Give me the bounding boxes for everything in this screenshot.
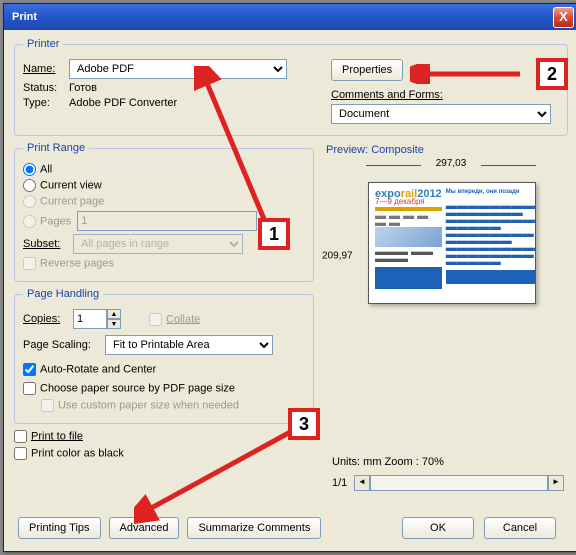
range-current-page: Current page — [23, 195, 104, 208]
auto-rotate-checkbox[interactable] — [23, 363, 36, 376]
preview-title: Preview: Composite — [326, 144, 564, 156]
collate: Collate — [149, 313, 200, 326]
range-current-page-radio — [23, 195, 36, 208]
type-label: Type: — [23, 97, 69, 109]
dim-width: 297,03 — [376, 158, 526, 169]
scroll-left-icon[interactable]: ◄ — [354, 475, 370, 491]
subset-label: Subset: — [23, 238, 73, 250]
status-value: Готов — [69, 82, 97, 94]
printer-name-select[interactable]: Adobe PDF — [69, 59, 287, 79]
print-dialog: Print X Printer Name: Adobe PDF Status: … — [3, 3, 576, 552]
choose-source-checkbox[interactable] — [23, 382, 36, 395]
range-all[interactable]: All — [23, 163, 52, 176]
reverse-checkbox — [23, 257, 36, 270]
range-pages-radio — [23, 215, 36, 228]
choose-source[interactable]: Choose paper source by PDF page size — [23, 382, 235, 395]
annotation-2: 2 — [536, 58, 568, 90]
annotation-1: 1 — [258, 218, 290, 250]
summarize-comments-button[interactable]: Summarize Comments — [187, 517, 321, 539]
range-legend: Print Range — [23, 142, 89, 154]
range-current-view-radio[interactable] — [23, 179, 36, 192]
subset-select: All pages in range — [73, 234, 243, 254]
comments-select[interactable]: Document — [331, 104, 551, 124]
scaling-select[interactable]: Fit to Printable Area — [105, 335, 273, 355]
range-current-view[interactable]: Current view — [23, 179, 102, 192]
print-range-group: Print Range All Current view Current pag… — [14, 142, 314, 282]
advanced-button[interactable]: Advanced — [109, 517, 180, 539]
scaling-label: Page Scaling: — [23, 339, 105, 351]
reverse-pages: Reverse pages — [23, 257, 114, 270]
printing-tips-button[interactable]: Printing Tips — [18, 517, 101, 539]
comments-label: Comments and Forms: — [331, 89, 443, 101]
page-scrollbar: 1/1 ◄ ► — [326, 474, 564, 492]
collate-checkbox — [149, 313, 162, 326]
custom-size-checkbox — [41, 399, 54, 412]
pages-input — [77, 211, 257, 231]
copies-down-icon[interactable]: ▼ — [107, 319, 121, 329]
scroll-track[interactable] — [370, 475, 548, 491]
annotation-3: 3 — [288, 408, 320, 440]
range-all-radio[interactable] — [23, 163, 36, 176]
page-legend: Page Handling — [23, 288, 103, 300]
custom-size: Use custom paper size when needed — [41, 399, 239, 412]
name-label: Name: — [23, 63, 69, 75]
preview-page: exporail2012 7—9 декабря ▬ ▬ ▬ ▬ ▬ ▬ ▬▬▬… — [368, 182, 536, 304]
printer-legend: Printer — [23, 38, 63, 50]
copies-up-icon[interactable]: ▲ — [107, 309, 121, 319]
print-to-file-checkbox[interactable] — [14, 430, 27, 443]
cancel-button[interactable]: Cancel — [484, 517, 556, 539]
close-icon[interactable]: X — [553, 7, 574, 28]
range-pages: Pages — [23, 215, 71, 228]
window-title: Print — [12, 11, 37, 23]
copies-stepper[interactable]: ▲▼ — [73, 309, 121, 329]
units-zoom: Units: mm Zoom : 70% — [326, 456, 564, 468]
print-color-black[interactable]: Print color as black — [14, 447, 124, 460]
page-handling-group: Page Handling Copies: ▲▼ Collate Page Sc… — [14, 288, 314, 424]
page-indicator: 1/1 — [326, 477, 354, 489]
dim-height: 209,97 — [322, 251, 353, 262]
properties-button[interactable]: Properties — [331, 59, 403, 81]
print-color-black-checkbox[interactable] — [14, 447, 27, 460]
ok-button[interactable]: OK — [402, 517, 474, 539]
type-value: Adobe PDF Converter — [69, 97, 177, 109]
status-label: Status: — [23, 82, 69, 94]
print-to-file[interactable]: Print to file — [14, 430, 83, 443]
printer-group: Printer Name: Adobe PDF Status: Готов Ty… — [14, 38, 568, 136]
copies-input[interactable] — [73, 309, 107, 329]
auto-rotate[interactable]: Auto-Rotate and Center — [23, 363, 156, 376]
copies-label: Copies: — [23, 313, 73, 325]
titlebar: Print X — [4, 4, 576, 30]
preview-panel: Preview: Composite 297,03 209,97 exporai… — [322, 142, 568, 494]
scroll-right-icon[interactable]: ► — [548, 475, 564, 491]
